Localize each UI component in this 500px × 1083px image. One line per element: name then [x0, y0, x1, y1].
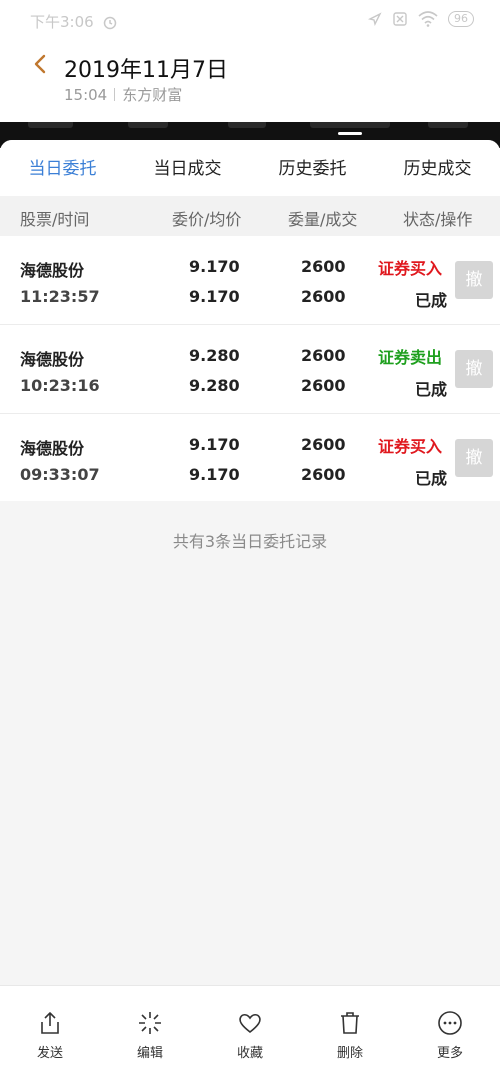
trash-icon	[341, 1012, 359, 1034]
order-price: 9.280	[189, 346, 240, 365]
order-type-sell: 证券卖出	[378, 348, 443, 367]
obscured-tab-indicator	[338, 132, 362, 135]
back-arrow-icon[interactable]	[30, 54, 50, 74]
share-icon	[41, 1012, 59, 1034]
order-quantity: 2600	[301, 435, 346, 454]
order-price: 9.170	[189, 435, 240, 454]
battery-indicator: 96	[448, 11, 474, 27]
order-time: 11:23:57	[20, 287, 100, 306]
cancel-order-button[interactable]: 撤	[455, 350, 493, 388]
stock-name: 海德股份	[20, 439, 85, 458]
obscured-tab	[228, 122, 266, 128]
order-type-buy: 证券买入	[378, 437, 443, 456]
column-header-stock: 股票/时间	[20, 210, 90, 229]
more-button[interactable]: 更多	[400, 986, 500, 1083]
filled-quantity: 2600	[301, 376, 346, 395]
sim-off-icon	[393, 12, 407, 26]
average-price: 9.280	[189, 376, 240, 395]
average-price: 9.170	[189, 465, 240, 484]
stock-name: 海德股份	[20, 350, 85, 369]
subtitle-source: 东方财富	[122, 86, 183, 104]
order-state: 已成	[415, 291, 448, 310]
subtitle-time: 15:04	[64, 85, 108, 104]
edit-sparkle-icon	[139, 1012, 161, 1034]
records-summary: 共有3条当日委托记录	[172, 532, 328, 551]
order-quantity: 2600	[301, 346, 346, 365]
status-bar: 下午3:06 96	[0, 0, 500, 40]
order-type-buy: 证券买入	[378, 259, 443, 278]
delete-button[interactable]: 删除	[300, 986, 400, 1083]
more-label: 更多	[436, 1046, 463, 1061]
tab-today-trades[interactable]: 当日成交	[125, 140, 250, 196]
tab-bar: 当日委托 当日成交 历史委托 历史成交	[0, 140, 500, 196]
edit-label: 编辑	[136, 1046, 163, 1061]
table-header: 股票/时间 委价/均价 委量/成交 状态/操作	[0, 196, 500, 236]
subtitle-divider	[114, 88, 116, 101]
edit-button[interactable]: 编辑	[100, 986, 200, 1083]
order-sheet: 当日委托 当日成交 历史委托 历史成交 股票/时间 委价/均价 委量/成交 状态…	[0, 140, 500, 1083]
alarm-icon	[103, 16, 116, 29]
order-state: 已成	[415, 380, 448, 399]
send-button[interactable]: 发送	[0, 986, 100, 1083]
order-time: 10:23:16	[20, 376, 100, 395]
obscured-tab	[428, 122, 468, 128]
favorite-label: 收藏	[236, 1046, 263, 1061]
tab-history-orders[interactable]: 历史委托	[250, 140, 375, 196]
order-time: 09:33:07	[20, 465, 100, 484]
obscured-tab	[28, 122, 73, 128]
column-header-status: 状态/操作	[403, 210, 473, 229]
filled-quantity: 2600	[301, 287, 346, 306]
obscured-tab	[128, 122, 168, 128]
column-header-quantity: 委量/成交	[288, 210, 358, 229]
tab-history-trades[interactable]: 历史成交	[375, 140, 500, 196]
stock-name: 海德股份	[20, 261, 85, 280]
wifi-icon	[418, 11, 438, 27]
location-icon	[368, 12, 382, 26]
average-price: 9.170	[189, 287, 240, 306]
tab-today-orders[interactable]: 当日委托	[0, 140, 125, 196]
order-quantity: 2600	[301, 257, 346, 276]
header: 2019年11月7日 15:04 东方财富	[0, 40, 500, 122]
order-row[interactable]: 海德股份 10:23:16 9.280 9.280 2600 2600 证券卖出…	[0, 325, 500, 414]
order-row[interactable]: 海德股份 09:33:07 9.170 9.170 2600 2600 证券买入…	[0, 414, 500, 501]
status-icons: 96	[368, 11, 474, 27]
order-state: 已成	[415, 469, 448, 488]
status-time: 下午3:06	[30, 13, 94, 31]
bottom-action-bar: 发送 编辑 收藏 删除 更多	[0, 985, 500, 1083]
column-header-price: 委价/均价	[172, 210, 242, 229]
status-time-group: 下午3:06	[30, 11, 118, 32]
obscured-tab	[310, 122, 390, 128]
delete-label: 删除	[336, 1046, 363, 1061]
order-list: 海德股份 11:23:57 9.170 9.170 2600 2600 证券买入…	[0, 236, 500, 501]
filled-quantity: 2600	[301, 465, 346, 484]
send-label: 发送	[36, 1046, 63, 1061]
page-subtitle: 15:04 东方财富	[64, 84, 182, 105]
order-row[interactable]: 海德股份 11:23:57 9.170 9.170 2600 2600 证券买入…	[0, 236, 500, 325]
favorite-button[interactable]: 收藏	[200, 986, 300, 1083]
cancel-order-button[interactable]: 撤	[455, 439, 493, 477]
heart-icon	[239, 1013, 261, 1034]
cancel-order-button[interactable]: 撤	[455, 261, 493, 299]
order-price: 9.170	[189, 257, 240, 276]
page-title: 2019年11月7日	[64, 58, 228, 83]
more-icon	[438, 1011, 462, 1035]
